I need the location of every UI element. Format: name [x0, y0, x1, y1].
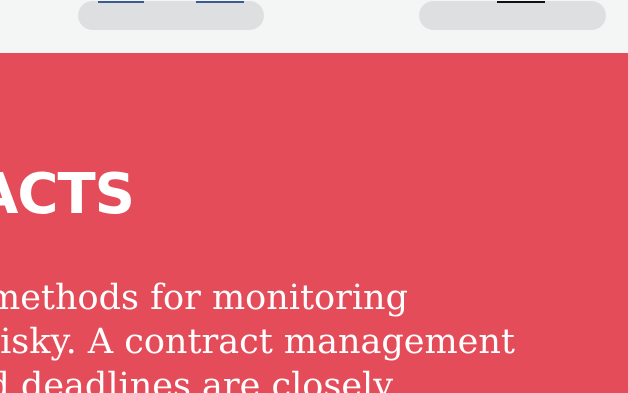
body-line: d deadlines are closely [0, 366, 393, 393]
hero-section: ACTS methods for monitoring isky. A cont… [0, 53, 628, 393]
body-line: methods for monitoring [0, 278, 408, 318]
body-line: isky. A contract management [0, 322, 515, 362]
section-body-text: methods for monitoring isky. A contract … [0, 276, 515, 393]
share-button-left[interactable] [78, 1, 264, 30]
share-button-accent [196, 1, 244, 3]
share-button-accent [497, 1, 545, 3]
section-heading: ACTS [0, 162, 135, 227]
top-toolbar-strip [0, 0, 628, 53]
share-button-right[interactable] [419, 1, 606, 30]
share-button-accent [98, 1, 144, 3]
